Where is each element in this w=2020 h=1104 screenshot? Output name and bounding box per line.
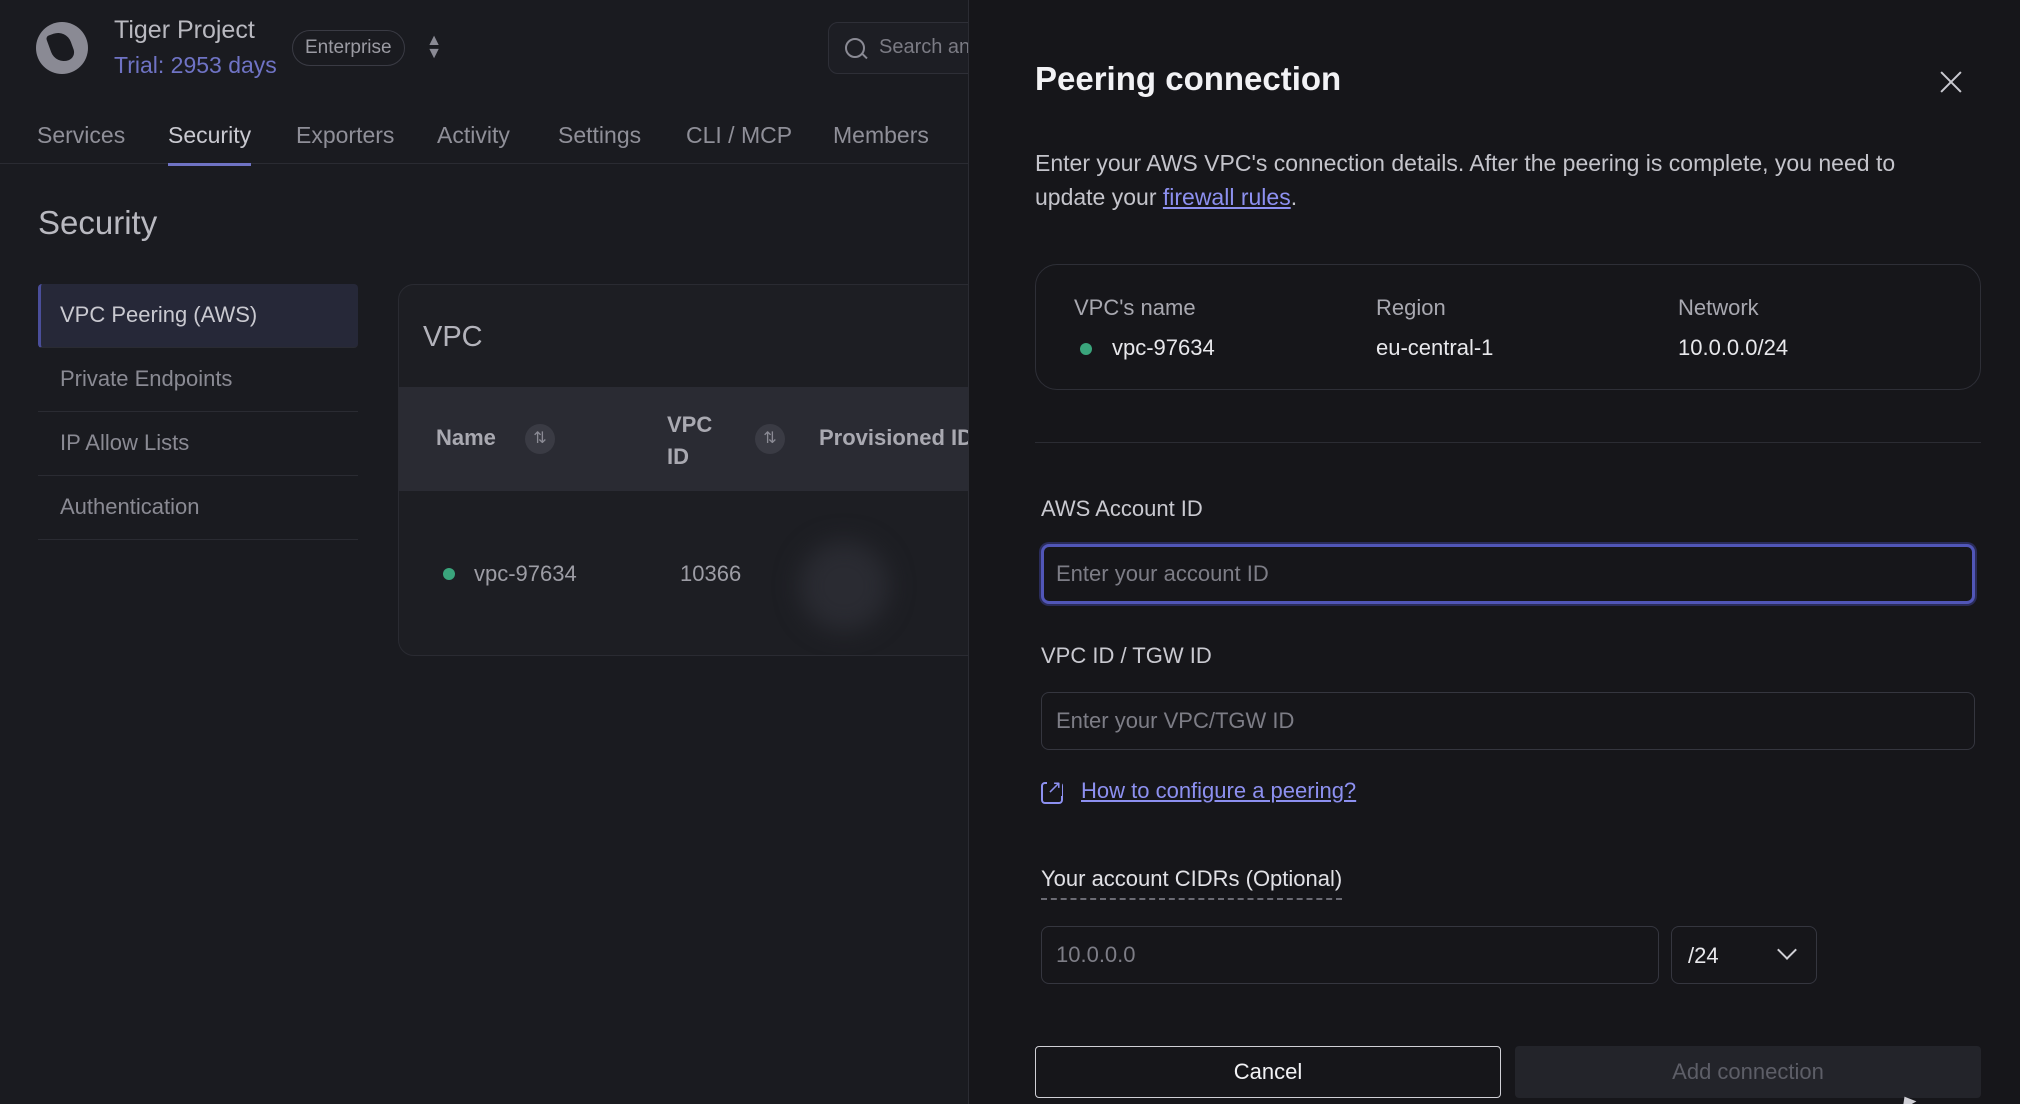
status-dot	[1080, 343, 1092, 355]
add-connection-button[interactable]: Add connection	[1515, 1046, 1981, 1098]
sidebar-item-private-endpoints[interactable]: Private Endpoints	[38, 348, 358, 412]
vpc-card: VPC Name ⇅ VPC ID ⇅ Provisioned ID vpc-9…	[398, 284, 998, 656]
row-vpc-id: 10366	[680, 561, 742, 586]
trial-status: Trial: 2953 days	[114, 52, 277, 78]
project-name[interactable]: Tiger Project	[114, 16, 255, 45]
aws-account-id-label: AWS Account ID	[1041, 496, 1203, 521]
aws-account-id-input[interactable]	[1041, 544, 1975, 604]
table-header: Name ⇅ VPC ID ⇅ Provisioned ID	[399, 387, 997, 491]
tab-members[interactable]: Members	[833, 122, 929, 163]
cidr-label[interactable]: Your account CIDRs (Optional)	[1041, 866, 1343, 900]
tab-activity[interactable]: Activity	[437, 122, 510, 163]
sidebar-item-vpc-peering[interactable]: VPC Peering (AWS)	[38, 284, 358, 348]
tab-exporters[interactable]: Exporters	[296, 122, 394, 163]
switch-icon[interactable]: ▲ ▼	[424, 33, 444, 62]
drawer-title: Peering connection	[1035, 60, 1342, 97]
cidr-input[interactable]	[1041, 926, 1659, 984]
search-placeholder: Search an	[879, 36, 971, 58]
column-header-name[interactable]: Name	[436, 425, 496, 451]
cancel-button[interactable]: Cancel	[1035, 1046, 1501, 1098]
configure-peering-text[interactable]: How to configure a peering?	[1081, 778, 1356, 804]
vpc-info-card: VPC's name vpc-97634 Region eu-central-1…	[1035, 264, 1981, 390]
cidr-prefix-select[interactable]: /24	[1671, 926, 1817, 984]
chevron-down-icon	[1777, 940, 1797, 960]
peering-drawer: Peering connection Enter your AWS VPC's …	[968, 0, 2020, 1104]
sort-icon[interactable]: ⇅	[755, 424, 785, 454]
column-header-vpc-id[interactable]: VPC ID	[667, 409, 727, 473]
sort-icon[interactable]: ⇅	[525, 424, 555, 454]
external-link-icon	[1041, 778, 1063, 804]
network-label: Network	[1678, 295, 1759, 320]
loading-placeholder	[799, 541, 889, 631]
vpc-card-title: VPC	[423, 321, 483, 353]
security-sidebar: VPC Peering (AWS) Private Endpoints IP A…	[38, 284, 358, 540]
tab-security[interactable]: Security	[168, 122, 252, 166]
vpc-tgw-id-input[interactable]	[1041, 692, 1975, 750]
sidebar-item-ip-allow-lists[interactable]: IP Allow Lists	[38, 412, 358, 476]
table-row[interactable]: vpc-97634 10366	[399, 491, 997, 655]
tab-cli-mcp[interactable]: CLI / MCP	[686, 122, 792, 163]
logo-icon[interactable]	[36, 22, 88, 74]
drawer-intro: Enter your AWS VPC's connection details.…	[1035, 146, 1955, 214]
region-value: eu-central-1	[1376, 335, 1494, 360]
region-label: Region	[1376, 295, 1446, 320]
firewall-rules-link[interactable]: firewall rules	[1163, 184, 1291, 210]
close-icon[interactable]	[1935, 66, 1967, 98]
vpc-name-label: VPC's name	[1074, 295, 1196, 320]
tab-settings[interactable]: Settings	[558, 122, 641, 163]
page-title: Security	[38, 204, 158, 241]
search-icon	[845, 38, 865, 58]
tab-services[interactable]: Services	[37, 122, 125, 163]
row-name: vpc-97634	[474, 561, 577, 586]
divider	[1035, 442, 1981, 443]
column-header-provisioned-id[interactable]: Provisioned ID	[819, 425, 973, 451]
vpc-tgw-id-label: VPC ID / TGW ID	[1041, 643, 1212, 668]
plan-badge: Enterprise	[292, 30, 405, 66]
status-dot	[443, 568, 455, 580]
vpc-name-value: vpc-97634	[1112, 335, 1215, 360]
sidebar-item-authentication[interactable]: Authentication	[38, 476, 358, 540]
cidr-prefix-value: /24	[1688, 943, 1719, 968]
network-value: 10.0.0.0/24	[1678, 335, 1789, 360]
intro-suffix: .	[1290, 184, 1298, 210]
